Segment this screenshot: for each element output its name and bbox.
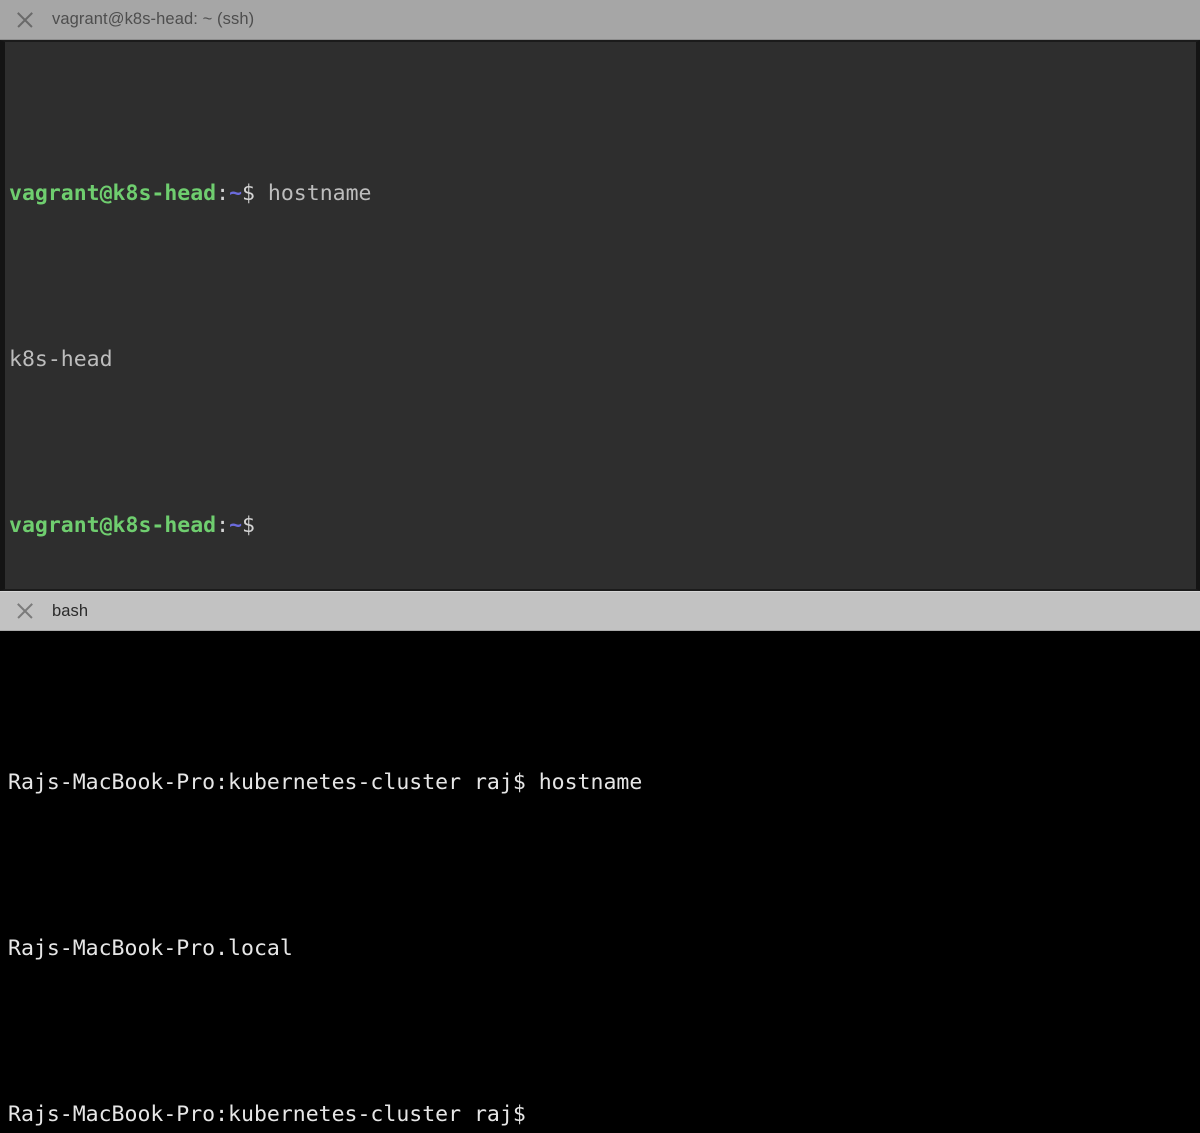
titlebar-ssh[interactable]: vagrant@k8s-head: ~ (ssh) (0, 0, 1200, 40)
prompt-path: ~ (229, 180, 243, 206)
ssh-terminal-screen[interactable]: vagrant@k8s-head:~$ hostname k8s-head va… (0, 40, 1200, 591)
prompt-colon: : (216, 180, 230, 206)
terminal-line: Rajs-MacBook-Pro.local (8, 928, 1200, 970)
prompt-sigil: $ (242, 512, 255, 538)
hostname-output: Rajs-MacBook-Pro.local (8, 935, 293, 961)
terminal-window: vagrant@k8s-head: ~ (ssh) vagrant@k8s-he… (0, 0, 1200, 1133)
prompt-colon: : (216, 512, 230, 538)
prompt-bash: Rajs-MacBook-Pro:kubernetes-cluster raj$ (8, 1101, 526, 1127)
close-icon[interactable] (14, 600, 36, 622)
hostname-output: k8s-head (9, 346, 113, 372)
bash-terminal-screen[interactable]: Rajs-MacBook-Pro:kubernetes-cluster raj$… (0, 633, 1200, 1133)
titlebar-bash[interactable]: bash (0, 591, 1200, 631)
prompt-path: ~ (229, 512, 243, 538)
prompt-user-host: vagrant@k8s-head (9, 180, 217, 206)
terminal-line: Rajs-MacBook-Pro:kubernetes-cluster raj$… (8, 762, 1200, 804)
terminal-line: vagrant@k8s-head:~$ hostname (9, 173, 1196, 215)
titlebar-ssh-label: vagrant@k8s-head: ~ (ssh) (52, 10, 255, 28)
prompt-user-host: vagrant@k8s-head (9, 512, 217, 538)
prompt-sigil: $ (242, 180, 255, 206)
prompt-bash: Rajs-MacBook-Pro:kubernetes-cluster raj$ (8, 769, 526, 795)
pane-ssh: vagrant@k8s-head: ~ (ssh) vagrant@k8s-he… (0, 0, 1200, 591)
command-hostname: hostname (538, 769, 643, 795)
close-icon[interactable] (14, 9, 36, 31)
command-hostname: hostname (267, 180, 372, 206)
terminal-line: k8s-head (9, 339, 1196, 381)
titlebar-bash-label: bash (52, 601, 89, 620)
terminal-line: vagrant@k8s-head:~$ (9, 505, 1196, 547)
terminal-line: Rajs-MacBook-Pro:kubernetes-cluster raj$ (8, 1094, 1200, 1133)
